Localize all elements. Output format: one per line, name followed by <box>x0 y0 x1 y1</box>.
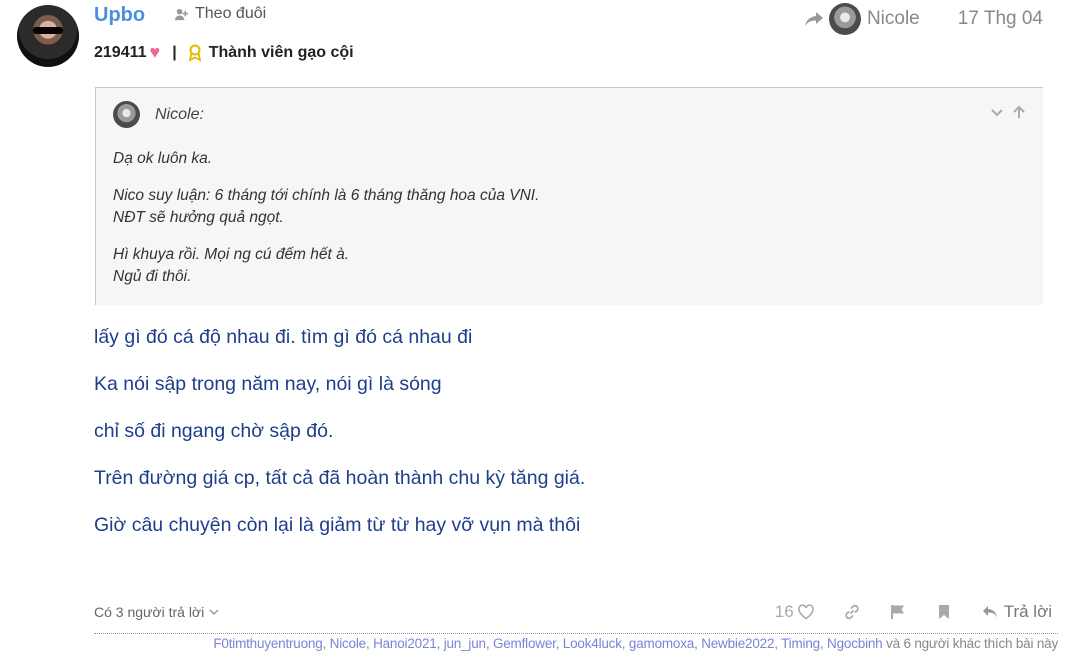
share-icon[interactable] <box>803 9 825 29</box>
post-paragraph: Giờ câu chuyện còn lại là giảm từ từ hay… <box>94 514 581 536</box>
reply-label: Trả lời <box>1003 602 1052 621</box>
follow-button[interactable]: Theo đuôi <box>174 5 266 23</box>
liker-link[interactable]: Hanoi2021 <box>373 636 437 651</box>
author-stats: 219411 ♥ | Thành viên gạo cội <box>94 42 354 63</box>
quote-line: Nico suy luận: 6 tháng tới chính là 6 th… <box>113 187 540 204</box>
quote-paragraph: Nico suy luận: 6 tháng tới chính là 6 th… <box>113 185 539 229</box>
liker-link[interactable]: F0timthuyentruong <box>213 636 322 651</box>
footer-divider <box>94 633 1058 634</box>
liker-link[interactable]: Ngocbinh <box>827 636 883 651</box>
quote-author[interactable]: Nicole: <box>155 106 204 124</box>
like-count: 16 <box>774 602 794 621</box>
liker-link[interactable]: Timing <box>781 636 820 651</box>
post-actions: 16 Trả lời <box>775 602 1052 622</box>
chevron-down-icon[interactable] <box>989 104 1005 120</box>
liker-separator: , <box>322 636 330 651</box>
liker-link[interactable]: jun_jun <box>444 636 486 651</box>
liker-link[interactable]: gamomoxa <box>629 636 694 651</box>
bookmark-icon <box>938 605 949 619</box>
replied-user-name[interactable]: Nicole <box>867 8 920 30</box>
replied-user-avatar[interactable] <box>828 3 861 35</box>
post-date[interactable]: 17 Thg 04 <box>958 8 1043 30</box>
author-name[interactable]: Upbo <box>94 4 145 27</box>
quote-body: Dạ ok luôn ka. Nico suy luận: 6 tháng tớ… <box>113 148 539 303</box>
chevron-down-icon <box>209 609 219 616</box>
likers-suffix: và 6 người khác thích bài này <box>882 636 1058 651</box>
likers-list: F0timthuyentruong, Nicole, Hanoi2021, ju… <box>213 636 1058 651</box>
quote-block: Nicole: Dạ ok luôn ka. Nico suy luận: 6 … <box>95 87 1043 305</box>
quote-header: Nicole: <box>113 101 204 128</box>
liker-separator: , <box>436 636 444 651</box>
liker-link[interactable]: Look4luck <box>563 636 622 651</box>
post-paragraph: chỉ số đi ngang chờ sập đó. <box>94 420 334 442</box>
liker-link[interactable]: Nicole <box>330 636 367 651</box>
heart-icon: ♥ <box>149 42 161 62</box>
quote-line: NĐT sẽ hưởng quả ngọt. <box>113 209 284 226</box>
quote-controls <box>989 104 1027 120</box>
stats-separator: | <box>172 43 177 61</box>
report-button[interactable] <box>889 603 907 621</box>
badge-icon <box>188 44 201 62</box>
like-button[interactable]: 16 <box>775 602 815 622</box>
arrow-up-icon[interactable] <box>1011 104 1027 120</box>
quote-line: Hì khuya rồi. Mọi ng cú đếm hết à. <box>113 246 350 263</box>
liker-separator: , <box>819 636 828 651</box>
bookmark-button[interactable] <box>935 603 953 621</box>
post-paragraph: lấy gì đó cá độ nhau đi. tìm gì đó cá nh… <box>94 326 473 348</box>
author-avatar[interactable] <box>17 5 79 67</box>
liker-link[interactable]: Newbie2022 <box>701 636 774 651</box>
author-score: 219411 <box>94 43 147 61</box>
like-icon <box>797 604 814 620</box>
reply-button[interactable]: Trả lời <box>981 602 1052 622</box>
quote-line: Dạ ok luôn ka. <box>113 150 213 167</box>
quote-author-avatar[interactable] <box>113 101 140 128</box>
liker-separator: , <box>555 636 563 651</box>
post-paragraph: Trên đường giá cp, tất cả đã hoàn thành … <box>94 467 586 489</box>
reply-icon <box>982 606 997 618</box>
post-footer: Có 3 người trả lời 16 Trả lời <box>94 602 1058 633</box>
follow-icon <box>174 8 189 20</box>
quote-line: Ngủ đi thôi. <box>113 268 192 285</box>
post-body: lấy gì đó cá độ nhau đi. tìm gì đó cá nh… <box>94 325 585 560</box>
author-badge: Thành viên gạo cội <box>208 43 354 61</box>
follow-label: Theo đuôi <box>195 5 267 22</box>
quote-paragraph: Hì khuya rồi. Mọi ng cú đếm hết à. Ngủ đ… <box>113 244 539 288</box>
liker-separator: , <box>621 636 629 651</box>
liker-separator: , <box>485 636 493 651</box>
liker-separator: , <box>365 636 374 651</box>
reply-context: Nicole 17 Thg 04 <box>803 3 1043 35</box>
replies-toggle[interactable]: Có 3 người trả lời <box>94 604 220 620</box>
flag-icon <box>890 605 904 619</box>
link-button[interactable] <box>843 603 861 621</box>
post-paragraph: Ka nói sập trong năm nay, nói gì là sóng <box>94 373 442 395</box>
replies-label: Có 3 người trả lời <box>94 604 205 620</box>
link-icon <box>844 604 859 620</box>
liker-link[interactable]: Gemflower <box>493 636 556 651</box>
